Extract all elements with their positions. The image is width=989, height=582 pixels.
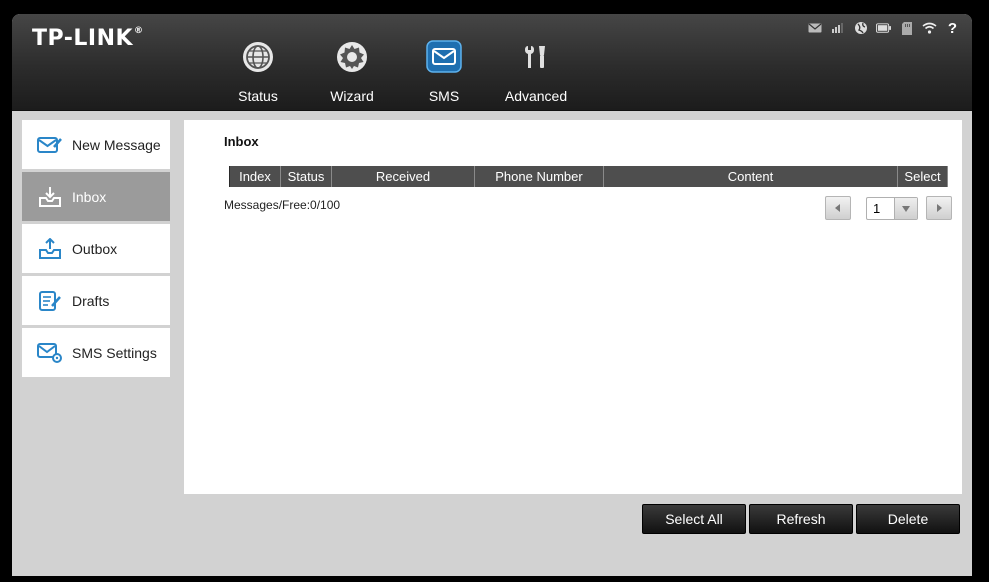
battery-icon <box>876 21 891 35</box>
nav-wizard[interactable]: Wizard <box>309 40 395 108</box>
chevron-left-icon <box>835 204 840 212</box>
trademark-symbol: ® <box>134 26 144 36</box>
sidebar-item-new-message[interactable]: New Message <box>22 120 170 172</box>
sidebar-item-outbox[interactable]: Outbox <box>22 224 170 276</box>
nav-advanced[interactable]: Advanced <box>493 40 579 108</box>
drafts-icon <box>37 290 63 312</box>
sidebar-item-label: Inbox <box>72 188 107 205</box>
gear-icon <box>309 40 395 80</box>
delete-button[interactable]: Delete <box>856 504 960 534</box>
inbox-table: Index Status Received Phone Number Conte… <box>229 166 948 187</box>
page-select-value: 1 <box>873 201 881 216</box>
refresh-button[interactable]: Refresh <box>749 504 853 534</box>
inbox-panel: Inbox Index Status Received Phone Number… <box>184 120 962 494</box>
envelope-icon <box>401 40 487 80</box>
globe-icon <box>853 21 868 35</box>
messages-free-count: Messages/Free:0/100 <box>224 198 341 212</box>
select-all-button[interactable]: Select All <box>642 504 746 534</box>
sidebar-item-inbox[interactable]: Inbox <box>22 172 170 224</box>
sidebar-item-label: New Message <box>72 136 161 153</box>
inbox-icon <box>37 186 63 208</box>
nav-advanced-label: Advanced <box>504 88 568 104</box>
wifi-icon <box>922 21 937 35</box>
sidebar-item-drafts[interactable]: Drafts <box>22 276 170 328</box>
chevron-right-icon <box>937 204 942 212</box>
sidebar-item-label: Drafts <box>72 292 110 309</box>
status-icons: ? <box>807 20 960 37</box>
logo-text: TP-LINK <box>32 26 134 51</box>
new-message-icon <box>37 134 63 156</box>
column-header-content[interactable]: Content <box>603 166 898 187</box>
next-page-button[interactable] <box>926 196 952 220</box>
page-select[interactable]: 1 <box>866 197 918 220</box>
sidebar-item-label: Outbox <box>72 240 118 257</box>
column-header-index[interactable]: Index <box>229 166 281 187</box>
page-title: Inbox <box>224 134 259 149</box>
prev-page-button[interactable] <box>825 196 851 220</box>
help-icon[interactable]: ? <box>945 20 960 37</box>
tools-icon <box>493 40 579 80</box>
sidebar-item-label: SMS Settings <box>72 344 157 361</box>
column-header-status[interactable]: Status <box>280 166 332 187</box>
nav-status-label: Status <box>238 88 278 104</box>
outbox-icon <box>37 237 63 260</box>
sms-settings-icon <box>37 342 63 364</box>
nav-sms-label: SMS <box>428 88 460 104</box>
signal-icon <box>830 21 845 35</box>
sd-card-icon <box>899 21 914 35</box>
nav-wizard-label: Wizard <box>330 88 374 104</box>
table-header-row: Index Status Received Phone Number Conte… <box>229 166 948 187</box>
nav-sms[interactable]: SMS <box>401 40 487 108</box>
app-frame: TP-LINK® ? Status Wizard SMS Advanced Ne… <box>12 14 972 576</box>
column-header-select[interactable]: Select <box>897 166 948 187</box>
envelope-icon[interactable] <box>807 21 822 35</box>
sms-sidebar: New Message Inbox Outbox Drafts SMS Sett… <box>22 120 170 380</box>
top-header: TP-LINK® ? Status Wizard SMS Advanced <box>12 14 972 111</box>
chevron-down-icon[interactable] <box>894 198 917 219</box>
column-header-phone-number[interactable]: Phone Number <box>474 166 604 187</box>
sidebar-item-sms-settings[interactable]: SMS Settings <box>22 328 170 380</box>
column-header-received[interactable]: Received <box>331 166 475 187</box>
tp-link-logo: TP-LINK® <box>32 26 144 51</box>
globe-icon <box>215 40 301 80</box>
nav-status[interactable]: Status <box>215 40 301 108</box>
